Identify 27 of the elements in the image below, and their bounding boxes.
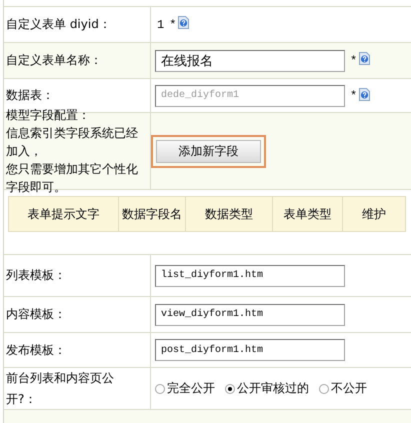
input-field[interactable]: post_diyform1.htm [155, 339, 345, 361]
radio-option[interactable]: 不公开 [319, 380, 367, 397]
field-label: 数据表： [6, 87, 54, 104]
field-label: 发布模板： [6, 342, 66, 358]
input-field[interactable]: list_diyform1.htm [155, 264, 345, 286]
help-icon[interactable] [359, 52, 370, 65]
field-value: 1 [157, 18, 164, 32]
field-label: 自定义表单 diyid： [6, 16, 111, 33]
field-label: 自定义表单名称： [6, 52, 102, 69]
column-header: 表单类型 [273, 197, 343, 231]
column-header: 数据类型 [186, 197, 273, 231]
field-label: 前台列表和内容页公开?： [6, 370, 115, 408]
help-icon[interactable] [178, 16, 190, 29]
radio-option[interactable]: 完全公开 [155, 380, 215, 397]
required-mark: * [350, 54, 358, 68]
field-label: 内容模板： [6, 306, 66, 323]
column-header: 数据字段名 [119, 197, 186, 231]
input-field[interactable]: view_diyform1.htm [155, 304, 345, 326]
column-header: 表单提示文字 [9, 197, 119, 231]
required-mark: * [350, 88, 358, 102]
required-mark: * [169, 18, 176, 32]
column-header: 维护 [361, 206, 387, 222]
field-label: 列表模板： [6, 267, 66, 284]
input-field[interactable]: 在线报名 [155, 50, 345, 72]
field-config-note: 模型字段配置： 信息索引类字段系统已经 加入， 您只需要增加其它个性化 字段即可。 [6, 107, 138, 196]
add-field-button[interactable]: 添加新字段 [156, 140, 261, 162]
radio-option[interactable]: 公开审核过的 [225, 380, 309, 397]
